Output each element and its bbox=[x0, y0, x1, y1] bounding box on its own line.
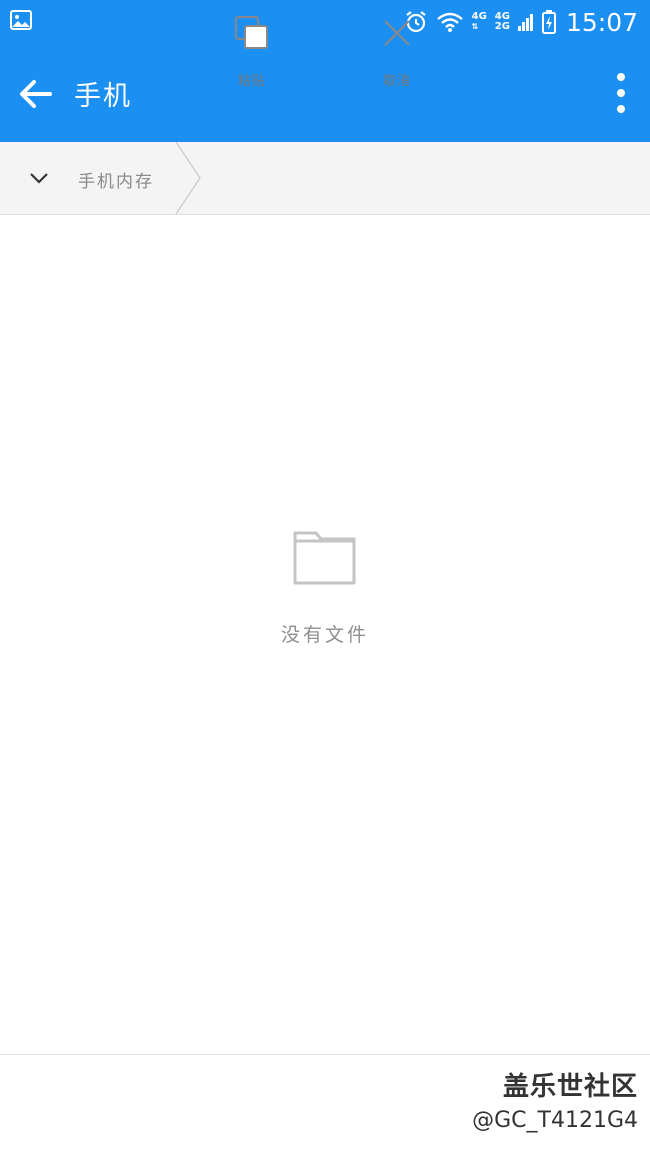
signal-icon bbox=[517, 14, 533, 31]
watermark-user: @GC_T4121G4 bbox=[472, 1108, 638, 1133]
watermark-site: 盖乐世社区 bbox=[502, 1072, 638, 1102]
paste-icon bbox=[235, 16, 268, 49]
cancel-label: 取消 bbox=[382, 74, 411, 89]
folder-icon bbox=[293, 531, 356, 585]
gallery-icon bbox=[10, 10, 32, 30]
breadcrumb-item-phone-storage[interactable]: 手机内存 bbox=[78, 167, 154, 192]
arrow-left-icon[interactable] bbox=[14, 72, 58, 116]
breadcrumb: 手机内存 bbox=[0, 142, 650, 215]
paste-label: 粘贴 bbox=[237, 74, 266, 89]
breadcrumb-separator bbox=[175, 142, 201, 214]
empty-state-text: 没有文件 bbox=[280, 624, 369, 646]
close-icon bbox=[384, 20, 410, 46]
cancel-button[interactable]: 取消 bbox=[352, 14, 442, 94]
paste-button[interactable]: 粘贴 bbox=[207, 14, 297, 94]
more-vertical-icon[interactable] bbox=[606, 70, 636, 116]
status-time: 15:07 bbox=[565, 7, 638, 37]
app-bar: 手机 bbox=[0, 44, 650, 142]
status-bar: 4G ⇅ 4G 2G 15:07 bbox=[0, 0, 650, 44]
page-title: 手机 bbox=[74, 81, 132, 112]
battery-icon bbox=[541, 10, 556, 34]
network-type-2: 4G 2G bbox=[494, 11, 510, 32]
chevron-down-icon[interactable] bbox=[24, 164, 54, 192]
network-type-1: 4G ⇅ bbox=[471, 11, 487, 32]
